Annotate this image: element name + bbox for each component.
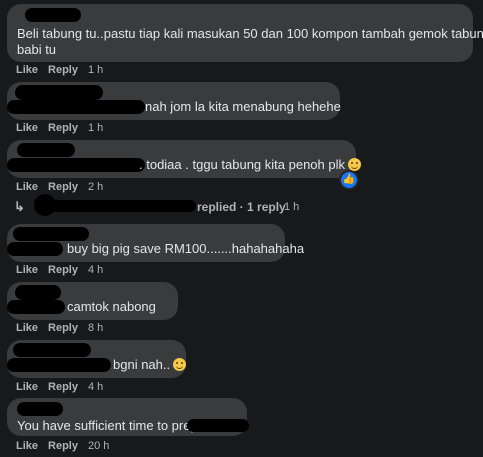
comment-text: camtok nabong — [67, 299, 156, 314]
comment-bubble: Beli tabung tu..pastu tiap kali masukan … — [7, 4, 483, 62]
grinning-face-icon — [173, 358, 187, 371]
reply-button[interactable]: Reply — [48, 181, 78, 193]
comment-bubble: buy big pig save RM100.......hahahahaha — [7, 224, 304, 262]
reply-button[interactable]: Reply — [48, 322, 78, 334]
comment-actions: Like Reply 4 h — [16, 381, 103, 393]
comment-text: babi tu — [17, 42, 57, 57]
comment-time[interactable]: 8 h — [88, 322, 103, 334]
comment-text: bgni nah.. — [113, 357, 187, 373]
reply-button[interactable]: Reply — [48, 64, 78, 76]
like-button[interactable]: Like — [16, 322, 38, 334]
comment-time[interactable]: 1 h — [88, 122, 103, 134]
comment-actions: Like Reply 4 h — [16, 264, 103, 276]
comment-text: nah jom la kita menabung hehehe — [145, 99, 341, 114]
comment-text-body: bgni nah.. — [113, 357, 171, 372]
comment-time[interactable]: 2 h — [88, 181, 103, 193]
redacted-name — [48, 200, 196, 212]
redacted-name — [15, 85, 103, 100]
redacted-name — [13, 343, 91, 357]
view-replies-link[interactable]: ↳ replied · 1 reply 1 h — [14, 194, 314, 218]
comment-bubble: camtok nabong — [7, 282, 178, 320]
like-button[interactable]: Like — [16, 381, 38, 393]
comment-bubble: You have sufficient time to prep — [7, 398, 249, 436]
reply-button[interactable]: Reply — [48, 122, 78, 134]
comment-text: buy big pig save RM100.......hahahahaha — [67, 241, 305, 256]
redacted-text — [7, 158, 145, 172]
comment-actions: Like Reply 1 h — [16, 122, 103, 134]
like-button[interactable]: Like — [16, 64, 38, 76]
like-button[interactable]: Like — [16, 122, 38, 134]
reply-time: 1 h — [284, 201, 300, 213]
reply-arrow-icon: ↳ — [14, 199, 25, 214]
comment-text: You have sufficient time to prep — [17, 418, 198, 433]
like-button[interactable]: Like — [16, 440, 38, 452]
comment-time[interactable]: 1 h — [88, 64, 103, 76]
comment-bubble: nah jom la kita menabung hehehe — [7, 82, 341, 120]
comment-text: . todiaa . tggu tabung kita penoh plk — [139, 157, 361, 173]
redacted-name — [25, 8, 81, 22]
reply-button[interactable]: Reply — [48, 264, 78, 276]
like-reaction-icon[interactable]: 👍 — [339, 170, 359, 190]
like-button[interactable]: Like — [16, 264, 38, 276]
redacted-name — [13, 227, 89, 241]
comment-time[interactable]: 4 h — [88, 264, 103, 276]
comment-text: Beli tabung tu..pastu tiap kali masukan … — [17, 26, 483, 41]
redacted-text — [7, 300, 65, 314]
reply-summary-text: replied · 1 reply — [197, 200, 286, 214]
comment-time[interactable]: 20 h — [88, 440, 109, 452]
comment-bubble: bgni nah.. — [7, 340, 187, 378]
like-button[interactable]: Like — [16, 181, 38, 193]
comment-time[interactable]: 4 h — [88, 381, 103, 393]
redacted-name — [17, 402, 63, 416]
comment-actions: Like Reply 2 h — [16, 181, 103, 193]
redacted-text — [7, 100, 145, 114]
comment-actions: Like Reply 8 h — [16, 322, 103, 334]
comment-actions: Like Reply 1 h — [16, 64, 103, 76]
comment-text-body: . todiaa . tggu tabung kita penoh plk — [139, 157, 345, 172]
reply-button[interactable]: Reply — [48, 440, 78, 452]
comment-actions: Like Reply 20 h — [16, 440, 109, 452]
redacted-text — [187, 419, 249, 432]
comment-bubble: . todiaa . tggu tabung kita penoh plk — [7, 140, 361, 178]
redacted-text — [7, 358, 111, 372]
redacted-name — [15, 285, 61, 300]
redacted-text — [7, 242, 63, 256]
reply-button[interactable]: Reply — [48, 381, 78, 393]
redacted-name — [17, 143, 75, 157]
